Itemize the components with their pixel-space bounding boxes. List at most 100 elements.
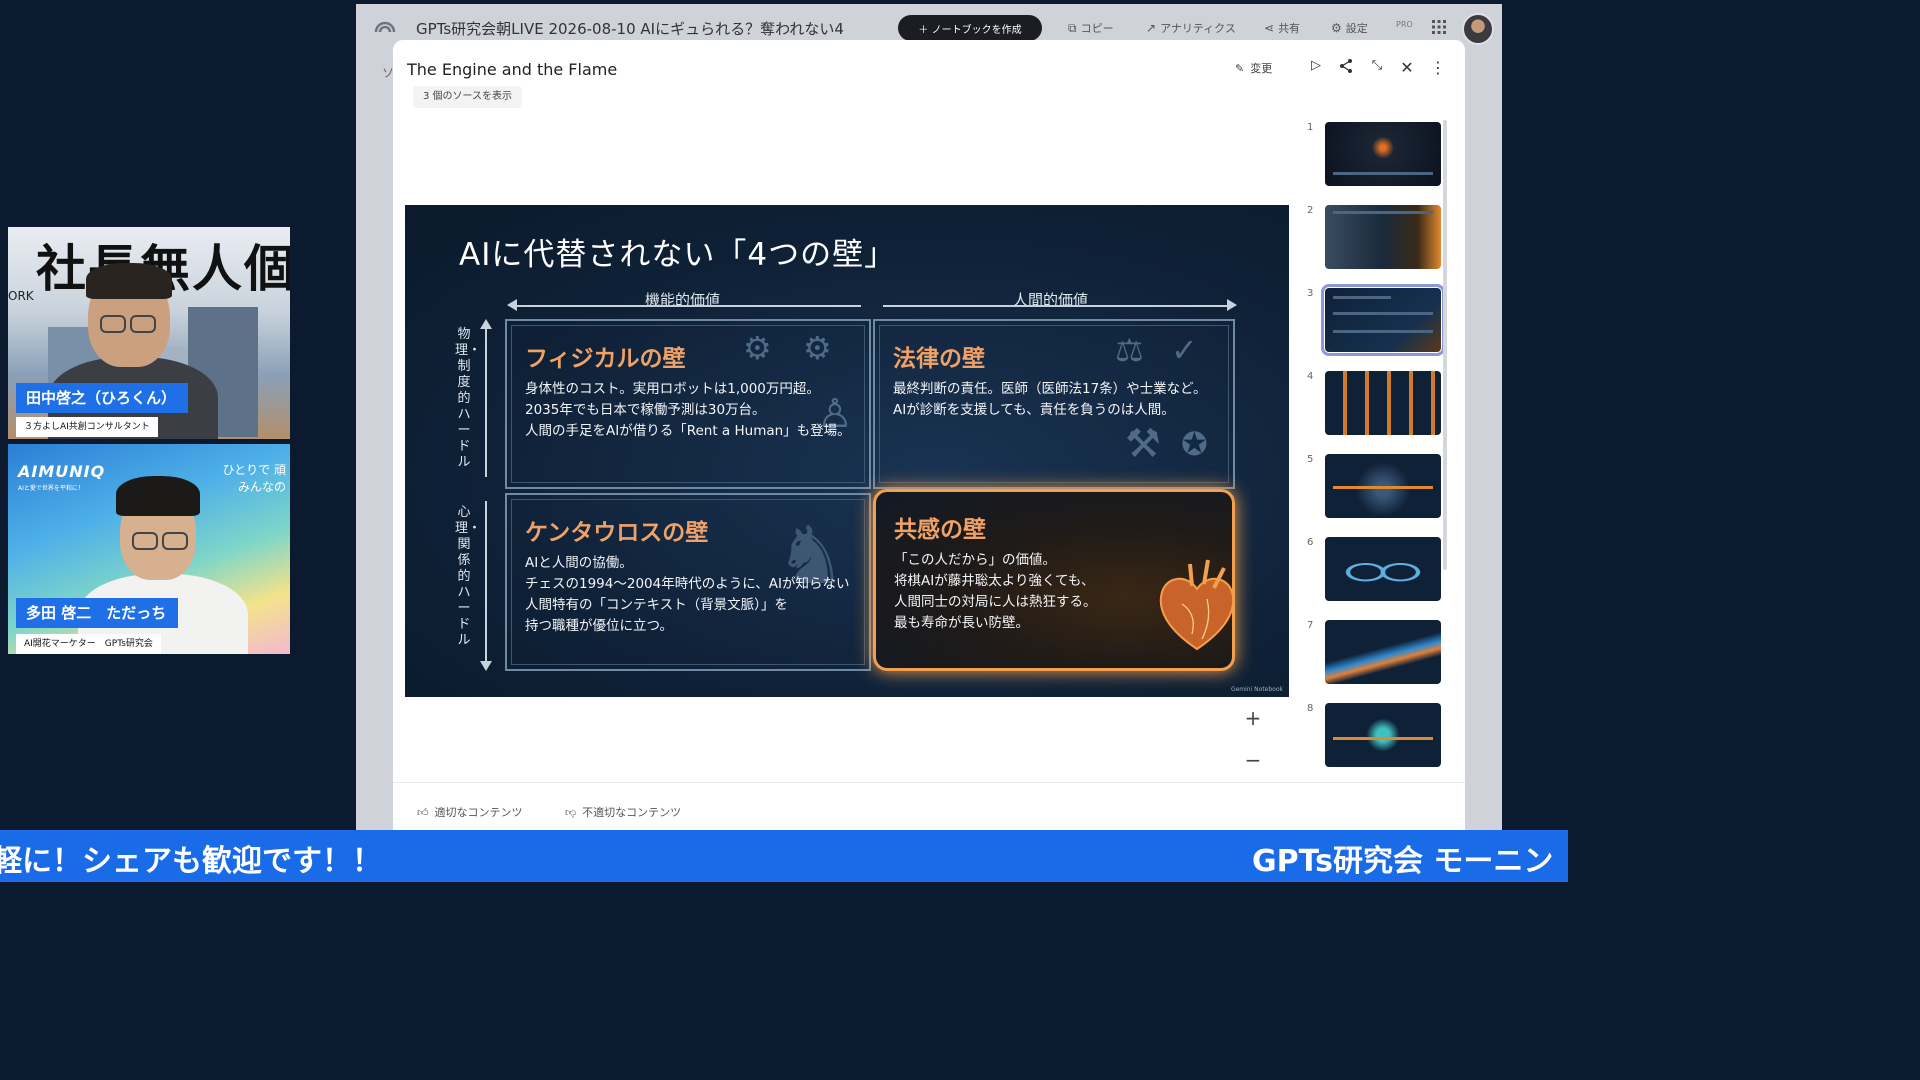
quadrant-body: AIと人間の協働。 チェスの1994〜2004年時代のように、AIが知らない 人… <box>525 553 850 637</box>
slide-thumbnail[interactable] <box>1325 205 1441 269</box>
thumbnail-number: 6 <box>1307 537 1314 548</box>
axis-line <box>485 327 487 477</box>
slide-viewer-dialog: The Engine and the Flame 3 個のソースを表示 ✎ 変更… <box>393 40 1465 830</box>
pro-badge: PRO <box>1396 20 1413 29</box>
speaker-name: 田中啓之（ひろくん） <box>16 383 189 413</box>
app-logo-icon[interactable] <box>374 16 396 36</box>
background-text-line: みんなの <box>237 480 286 494</box>
body-line: 2035年でも日本で稼働予測は30万台。 <box>525 402 766 418</box>
ticker-text: 軽に！シェアも歓迎です！！ <box>0 844 382 879</box>
speaker-name: 多田 啓二 ただっち <box>16 598 179 628</box>
feedback-label: 適切なコンテンツ <box>434 806 523 819</box>
webcam-panel-2: AIMUNIQ AIと愛で世界を平和に！ ひとりで 頑 みんなの 多田 啓二 た… <box>8 444 290 654</box>
notebook-title[interactable]: GPTs研究会朝LIVE 2026-08-10 AIにギュられる？奪われない4 <box>416 18 886 39</box>
axis-line <box>515 305 861 307</box>
quadrant-title: 共感の壁 <box>894 517 986 543</box>
zoom-out-button[interactable]: − <box>1245 748 1262 772</box>
settings-button[interactable]: ⚙ 設定 <box>1331 20 1368 36</box>
slide-thumbnail[interactable] <box>1325 454 1441 518</box>
body-line: 「この人だから」の価値。 <box>894 552 1056 568</box>
quadrant-legal: ⚖ ✓ ⚒ ✪ 法律の壁 最終判断の責任。医師（医師法17条）や士業など。 AI… <box>873 319 1235 489</box>
arrow-down-icon <box>480 661 492 671</box>
bad-content-button[interactable]: 👎︎ 不適切なコンテンツ <box>565 804 681 820</box>
user-avatar[interactable] <box>1462 13 1494 45</box>
edit-label: 変更 <box>1250 62 1273 75</box>
analytics-icon: ↗ <box>1146 21 1157 35</box>
divider <box>393 782 1465 783</box>
robot-arm-icon: ⚙ <box>803 329 832 367</box>
notebook-app-window: GPTs研究会朝LIVE 2026-08-10 AIにギュられる？奪われない4 … <box>356 4 1502 830</box>
quadrant-empathy: 共感の壁 「この人だから」の価値。 将棋AIが藤井聡太より強くても、 人間同士の… <box>873 489 1235 671</box>
person-hair <box>116 476 200 516</box>
speaker-role: ３方よしAI共創コンサルタント <box>16 417 158 437</box>
slide-thumbnail[interactable] <box>1325 703 1441 767</box>
thumbnail-number: 2 <box>1307 205 1314 216</box>
body-line: 人間の手足をAIが借りる「Rent a Human」も登場。 <box>525 423 851 439</box>
axis-label-physical: 物理・制度的ハードル <box>455 327 482 470</box>
share-label: 共有 <box>1278 22 1301 35</box>
axis-label-psychological: 心理・関係的ハードル <box>455 505 482 648</box>
seal-icon: ✪ <box>1181 425 1208 463</box>
slide-thumbnail-list: 1 2 3 4 5 6 7 8 <box>1303 120 1451 790</box>
copy-button[interactable]: ⧉ コピー <box>1068 20 1114 36</box>
slide-thumbnail-selected[interactable] <box>1321 284 1445 356</box>
edit-button[interactable]: ✎ 変更 <box>1235 60 1272 76</box>
thumbnail-number: 1 <box>1307 122 1314 133</box>
slide-thumbnail[interactable] <box>1325 537 1441 601</box>
check-badge-icon: ✓ <box>1171 331 1198 369</box>
slide-thumbnail[interactable] <box>1325 620 1441 684</box>
quadrant-title: フィジカルの壁 <box>525 346 686 372</box>
share-icon: ⋖ <box>1264 21 1275 35</box>
background-text: ORK <box>8 289 34 303</box>
body-line: AIと人間の協働。 <box>525 555 633 571</box>
settings-icon: ⚙ <box>1331 21 1342 35</box>
thumbnail-number: 3 <box>1307 288 1314 299</box>
thumbnail-number: 8 <box>1307 703 1314 714</box>
share-icon[interactable] <box>1336 58 1356 78</box>
centaur-icon: ♞ <box>775 509 847 602</box>
thumbs-down-icon: 👎︎ <box>565 805 577 819</box>
copy-label: コピー <box>1080 22 1114 35</box>
robot-arm-icon: ⚙ <box>743 329 772 367</box>
feedback-label: 不適切なコンテンツ <box>582 806 682 819</box>
quadrant-title: 法律の壁 <box>893 346 985 372</box>
slide-thumbnail[interactable] <box>1325 122 1441 186</box>
body-line: 持つ職種が優位に立つ。 <box>525 618 673 634</box>
quadrant-body: 「この人だから」の価値。 将棋AIが藤井聡太より強くても、 人間同士の対局に人は… <box>894 550 1097 634</box>
analytics-button[interactable]: ↗ アナリティクス <box>1146 20 1236 36</box>
axis-line <box>485 501 487 663</box>
current-slide: AIに代替されない「4つの壁」 機能的価値 人間的価値 物理・制度的ハードル 心… <box>405 205 1289 697</box>
show-sources-button[interactable]: 3 個のソースを表示 <box>413 86 523 108</box>
slide-thumbnail[interactable] <box>1325 371 1441 435</box>
background-text-line: ひとりで 頑 <box>222 463 286 477</box>
close-icon[interactable]: ✕ <box>1397 58 1417 77</box>
body-line: AIが診断を支援しても、責任を負うのは人間。 <box>893 402 1175 418</box>
axis-line <box>883 305 1229 307</box>
good-content-button[interactable]: 👍︎ 適切なコンテンツ <box>417 804 523 820</box>
news-ticker: 軽に！シェアも歓迎です！！ GPTs研究会 モーニン <box>0 830 1568 882</box>
brand-logo: AIMUNIQ <box>18 462 106 481</box>
settings-label: 設定 <box>1345 22 1368 35</box>
zoom-in-button[interactable]: + <box>1245 706 1262 730</box>
body-line: 身体性のコスト。実用ロボットは1,000万円超。 <box>525 381 820 397</box>
ticker-text: GPTs研究会 モーニン <box>1252 844 1554 879</box>
thumbs-up-icon: 👍︎ <box>417 805 429 819</box>
quadrant-body: 身体性のコスト。実用ロボットは1,000万円超。 2035年でも日本で稼働予測は… <box>525 379 851 442</box>
share-button[interactable]: ⋖ 共有 <box>1264 20 1300 36</box>
glasses-lens <box>100 315 126 333</box>
arrow-right-icon <box>1227 299 1237 311</box>
more-vert-icon[interactable]: ⋮ <box>1428 58 1448 77</box>
thumbnail-number: 5 <box>1307 454 1314 465</box>
speaker-role: AI開花マーケター GPTs研究会 <box>16 634 161 654</box>
quadrant-body: 最終判断の責任。医師（医師法17条）や士業など。 AIが診断を支援しても、責任を… <box>893 379 1207 421</box>
analytics-label: アナリティクス <box>1160 22 1236 35</box>
apps-grid-icon[interactable] <box>1432 20 1446 34</box>
play-icon[interactable]: ▷ <box>1306 58 1326 73</box>
thumbnail-scrollbar[interactable] <box>1443 120 1447 570</box>
create-notebook-button[interactable]: ＋ ノートブックを作成 <box>898 15 1042 41</box>
gavel-icon: ⚒ <box>1125 421 1161 467</box>
collapse-icon[interactable]: ⤡ <box>1367 58 1387 73</box>
body-line: 人間特有の「コンテキスト（背景文脈）」を <box>525 597 788 613</box>
body-line: 将棋AIが藤井聡太より強くても、 <box>894 573 1095 589</box>
quadrant-centaur: ♞ ケンタウロスの壁 AIと人間の協働。 チェスの1994〜2004年時代のよう… <box>505 493 871 671</box>
